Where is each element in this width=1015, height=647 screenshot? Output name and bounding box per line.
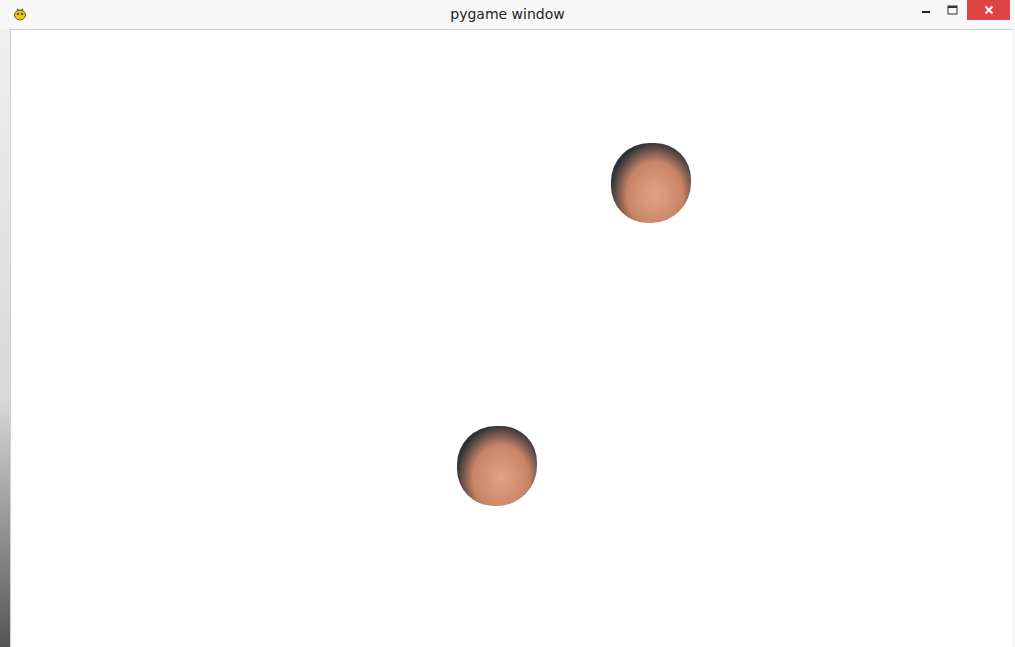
minimize-icon [921,5,931,15]
window-title: pygame window [450,0,564,22]
screen: pygame window [0,0,1015,647]
maximize-icon [947,5,958,15]
face-sprite [611,143,691,223]
face-sprite [457,426,537,506]
game-canvas[interactable] [10,29,1012,647]
pygame-snake-icon [12,6,28,22]
close-button[interactable] [967,0,1010,20]
desktop-strip [0,29,10,647]
title-bar[interactable]: pygame window [0,0,1015,29]
close-icon [984,5,994,15]
maximize-button[interactable] [939,0,965,20]
minimize-button[interactable] [913,0,939,20]
